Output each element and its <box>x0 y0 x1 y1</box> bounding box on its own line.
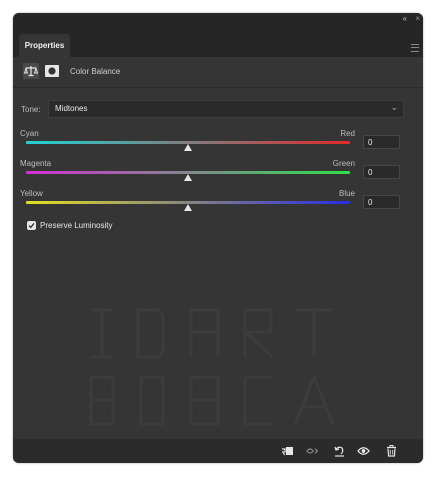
slider-magenta-green: Magenta Green 0 <box>13 159 423 189</box>
tab-bar: Properties <box>13 24 423 57</box>
slider-left-label: Magenta <box>20 159 52 168</box>
preserve-luminosity-checkbox[interactable] <box>27 221 36 230</box>
balance-scale-icon[interactable] <box>23 63 39 79</box>
visibility-eye-icon[interactable] <box>357 445 370 457</box>
properties-panel: « × Properties Color Balance Tone: Midto… <box>13 13 423 463</box>
trash-icon[interactable] <box>385 445 398 457</box>
properties-body: Color Balance Tone: Midtones ⌄ Cyan Red … <box>13 57 423 439</box>
chevron-down-icon: ⌄ <box>390 102 398 112</box>
slider-thumb[interactable] <box>184 144 192 151</box>
tone-dropdown-value: Midtones <box>55 104 88 113</box>
slider-value-input[interactable]: 0 <box>363 165 400 179</box>
slider-left-label: Yellow <box>20 189 43 198</box>
slider-right-label: Green <box>332 159 355 168</box>
reset-icon[interactable] <box>333 445 346 457</box>
slider-thumb[interactable] <box>184 174 192 181</box>
slider-right-label: Blue <box>338 189 355 198</box>
slider-right-label: Red <box>340 129 355 138</box>
bottom-toolbar <box>13 439 423 463</box>
slider-value-input[interactable]: 0 <box>363 195 400 209</box>
preserve-luminosity-label: Preserve Luminosity <box>40 221 113 230</box>
panel-menu-icon[interactable] <box>411 44 419 52</box>
slider-left-label: Cyan <box>20 129 39 138</box>
watermark-graphic <box>89 308 335 426</box>
layer-mask-icon[interactable] <box>44 63 60 79</box>
tab-properties[interactable]: Properties <box>19 34 70 57</box>
slider-thumb[interactable] <box>184 204 192 211</box>
view-previous-state-icon[interactable] <box>306 445 319 457</box>
checkmark-icon <box>28 222 35 229</box>
collapse-panel-button[interactable]: « <box>403 13 407 24</box>
tone-label: Tone: <box>21 105 41 114</box>
slider-cyan-red: Cyan Red 0 <box>13 129 423 159</box>
panel-topbar: « × <box>13 13 423 24</box>
close-panel-button[interactable]: × <box>415 13 420 24</box>
tone-dropdown[interactable]: Midtones ⌄ <box>48 100 404 118</box>
slider-yellow-blue: Yellow Blue 0 <box>13 189 423 219</box>
slider-value-input[interactable]: 0 <box>363 135 400 149</box>
clip-to-layer-icon[interactable] <box>281 445 294 457</box>
adjustment-header: Color Balance <box>13 57 423 88</box>
adjustment-title: Color Balance <box>70 67 121 76</box>
